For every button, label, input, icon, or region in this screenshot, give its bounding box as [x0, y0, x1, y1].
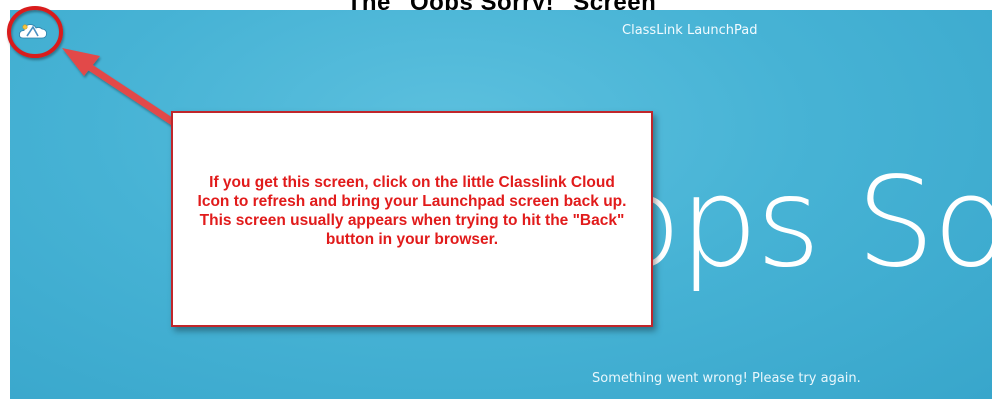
annotation-callout: If you get this screen, click on the lit…: [171, 111, 653, 327]
app-title: ClassLink LaunchPad: [622, 23, 758, 38]
annotation-text: If you get this screen, click on the lit…: [197, 174, 627, 248]
error-message: Something went wrong! Please try again.: [592, 371, 861, 386]
classlink-cloud-icon[interactable]: [18, 18, 48, 44]
